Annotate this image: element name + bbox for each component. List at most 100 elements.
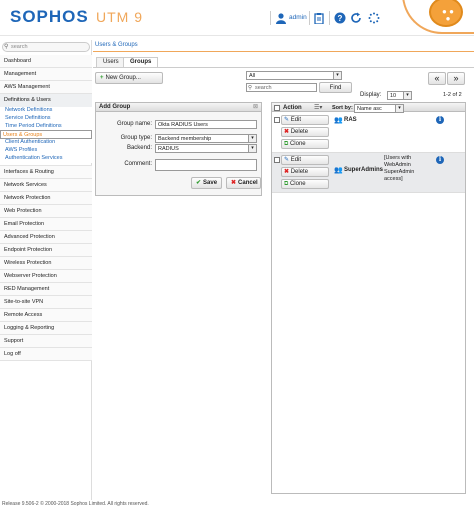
tabs-divider: [93, 67, 474, 68]
header-divider: [270, 11, 271, 25]
cancel-button[interactable]: ✖ Cancel: [226, 177, 261, 189]
sidebar-subitem-service-definitions[interactable]: Service Definitions: [0, 114, 92, 123]
sidebar-item-red-management[interactable]: RED Management: [0, 282, 92, 296]
edit-button[interactable]: ✎ Edit: [281, 115, 329, 125]
sidebar-item-network-services[interactable]: Network Services: [0, 178, 92, 192]
breadcrumb: Users & Groups: [95, 42, 138, 48]
sort-by-label: Sort by:: [332, 105, 353, 111]
sidebar-item-management[interactable]: Management: [0, 68, 92, 81]
delete-label: Delete: [290, 129, 309, 135]
group-name: RAS: [344, 117, 357, 123]
display-count-select[interactable]: 10 ▾: [387, 91, 412, 100]
add-group-title: Add Group ⊠: [96, 103, 261, 112]
list-search-input[interactable]: ⚲ search: [246, 83, 317, 92]
sidebar-subitem-users-groups[interactable]: Users & Groups: [0, 130, 92, 140]
sidebar-item-log-off[interactable]: Log off: [0, 347, 92, 361]
tab-groups[interactable]: Groups: [123, 57, 159, 67]
display-count-value: 10: [390, 93, 397, 99]
group-name-input[interactable]: Okta RADIUS Users: [155, 120, 257, 129]
sidebar-item-web-protection[interactable]: Web Protection: [0, 204, 92, 218]
help-icon[interactable]: ?: [334, 12, 346, 24]
group-name: SuperAdmins: [344, 167, 384, 173]
sort-value: Name asc: [357, 106, 382, 112]
sidebar-item-dashboard[interactable]: Dashboard: [0, 55, 92, 68]
sidebar-item-advanced-protection[interactable]: Advanced Protection: [0, 230, 92, 244]
filter-value: All: [249, 73, 256, 79]
product-name: UTM 9: [96, 9, 143, 25]
refresh-icon[interactable]: [350, 12, 362, 24]
sidebar-item-email-protection[interactable]: Email Protection: [0, 217, 92, 231]
sidebar-submenu: Network Definitions Service Definitions …: [0, 107, 92, 166]
sidebar-item-support[interactable]: Support: [0, 334, 92, 348]
sidebar-search-placeholder: search: [11, 44, 28, 50]
sidebar-subitem-network-definitions[interactable]: Network Definitions: [0, 107, 92, 115]
sort-select[interactable]: Name asc ▾: [354, 104, 404, 113]
action-column-header: Action: [283, 105, 302, 111]
tab-users[interactable]: Users: [96, 57, 126, 67]
list-options-icon[interactable]: ☰▾: [314, 104, 322, 111]
sidebar-item-endpoint-protection[interactable]: Endpoint Protection: [0, 243, 92, 257]
cancel-label: Cancel: [238, 180, 258, 186]
row-checkbox[interactable]: [274, 157, 280, 163]
sidebar-item-webserver-protection[interactable]: Webserver Protection: [0, 269, 92, 283]
sidebar-item-remote-access[interactable]: Remote Access: [0, 308, 92, 322]
info-icon[interactable]: i: [436, 116, 444, 124]
user-icon[interactable]: [275, 12, 287, 24]
sidebar-subitem-time-period-definitions[interactable]: Time Period Definitions: [0, 122, 92, 131]
edit-label: Edit: [290, 157, 302, 163]
row-checkbox[interactable]: [274, 117, 280, 123]
sidebar-subitem-authentication-services[interactable]: Authentication Services: [0, 154, 92, 163]
sidebar-item-logging-reporting[interactable]: Logging & Reporting: [0, 321, 92, 335]
info-icon[interactable]: i: [436, 156, 444, 164]
save-label: Save: [203, 180, 218, 186]
pencil-icon: ✎: [284, 157, 290, 163]
sidebar-item-network-protection[interactable]: Network Protection: [0, 191, 92, 205]
comment-label: Comment:: [124, 161, 152, 167]
sidebar-subitem-aws-profiles[interactable]: AWS Profiles: [0, 147, 92, 155]
edit-button[interactable]: ✎ Edit: [281, 155, 329, 165]
clone-button[interactable]: ⧉ Clone: [281, 179, 329, 189]
sophos-logo: SOPHOS: [10, 7, 89, 26]
sidebar-subitem-client-authentication[interactable]: Client Authentication: [0, 139, 92, 148]
group-type-value: Backend membership: [158, 136, 212, 142]
pager-next-button[interactable]: »: [447, 72, 465, 85]
search-icon: ⚲: [4, 44, 9, 50]
clone-label: Clone: [289, 141, 306, 147]
filter-select[interactable]: All ▾: [246, 71, 342, 80]
sidebar-item-site-to-site-vpn[interactable]: Site-to-site VPN: [0, 295, 92, 309]
save-button[interactable]: ✔ Save: [191, 177, 222, 189]
header-divider: [309, 11, 310, 25]
clone-label: Clone: [289, 181, 306, 187]
group-type-select[interactable]: Backend membership ▾: [155, 134, 257, 143]
new-group-button[interactable]: + New Group...: [95, 72, 163, 84]
close-icon[interactable]: ⊠: [253, 103, 258, 112]
checkmark-icon: ✔: [196, 180, 202, 186]
edit-label: Edit: [290, 117, 302, 123]
sidebar-item-aws-management[interactable]: AWS Management: [0, 81, 92, 94]
delete-button[interactable]: ✖ Delete: [281, 167, 329, 177]
pencil-icon: ✎: [284, 117, 290, 123]
backend-select[interactable]: RADIUS ▾: [155, 144, 257, 153]
sidebar-search-input[interactable]: ⚲ search: [2, 42, 90, 52]
group-name-label: Group name:: [116, 121, 152, 127]
sidebar-item-wireless-protection[interactable]: Wireless Protection: [0, 256, 92, 270]
select-all-checkbox[interactable]: [274, 105, 280, 111]
breadcrumb-divider: [93, 51, 474, 52]
comment-input[interactable]: [155, 159, 257, 171]
admin-user-label[interactable]: admin: [289, 14, 307, 21]
group-comment: [Users with WebAdmin SuperAdmin access]: [384, 155, 415, 182]
delete-button[interactable]: ✖ Delete: [281, 127, 329, 137]
search-icon: ⚲: [248, 85, 253, 91]
delete-label: Delete: [290, 169, 309, 175]
clone-button[interactable]: ⧉ Clone: [281, 139, 329, 149]
list-search-placeholder: search: [255, 85, 272, 91]
sidebar-item-definitions-users[interactable]: Definitions & Users: [0, 94, 92, 107]
group-icon: 👥: [334, 117, 343, 124]
delete-x-icon: ✖: [284, 129, 290, 135]
find-button[interactable]: Find: [319, 82, 352, 93]
sidebar-item-interfaces-routing[interactable]: Interfaces & Routing: [0, 165, 92, 179]
new-group-label: New Group...: [105, 75, 141, 81]
add-group-title-text: Add Group: [99, 104, 131, 110]
clipboard-icon[interactable]: [313, 12, 325, 25]
pager-prev-button[interactable]: «: [428, 72, 446, 85]
